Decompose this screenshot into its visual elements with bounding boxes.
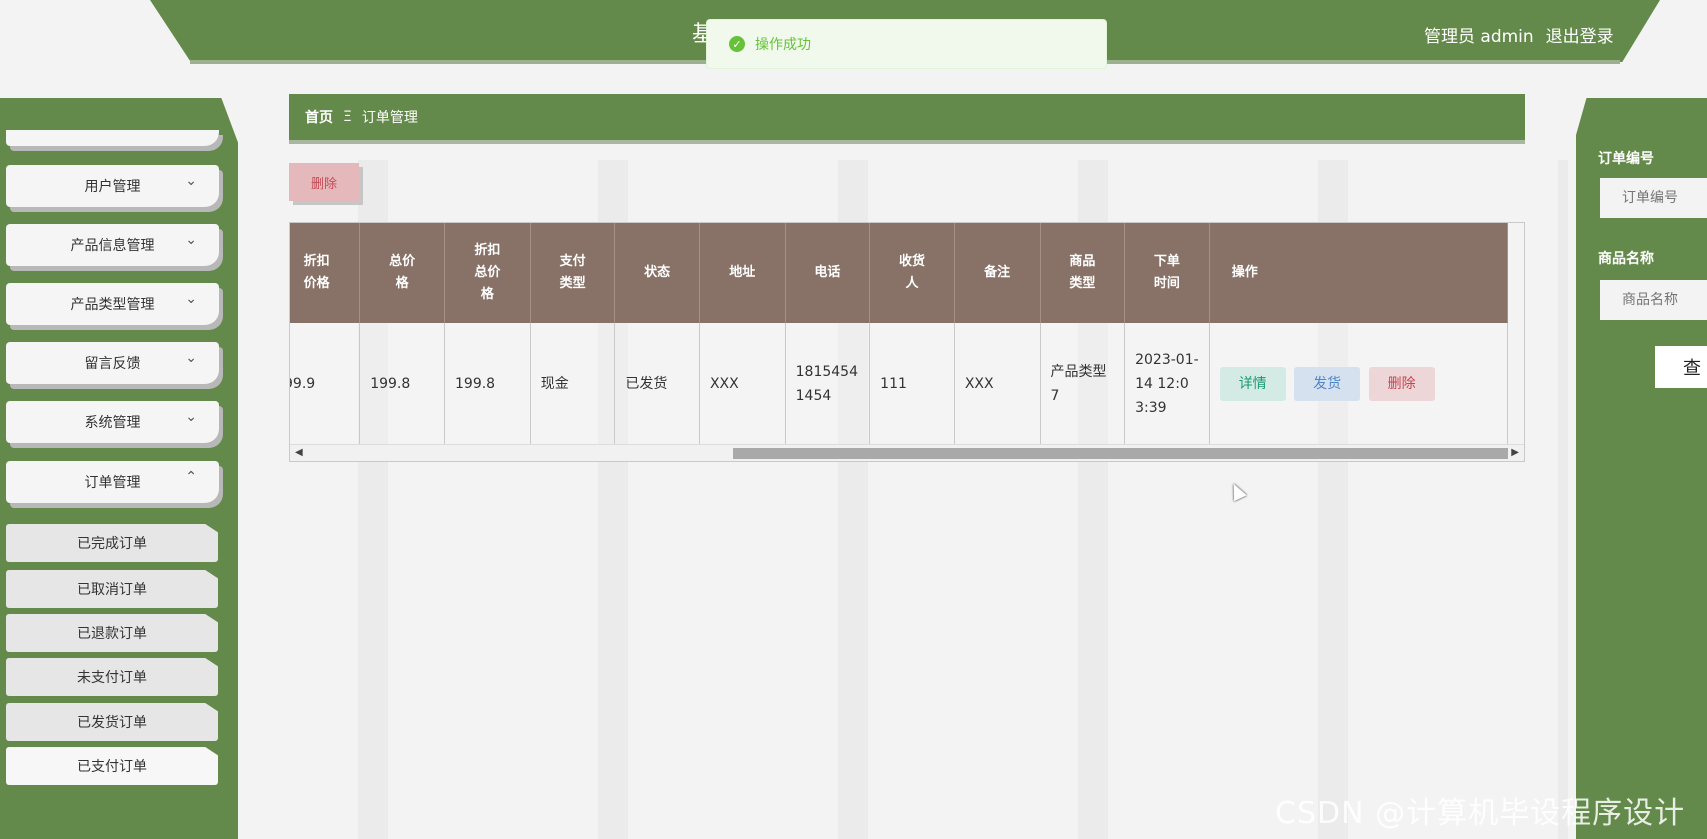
col-header-status: 状态	[614, 223, 700, 323]
success-toast: ✓ 操作成功	[706, 19, 1107, 69]
logout-link[interactable]: 退出登录	[1546, 22, 1614, 47]
watermark: CSDN @计算机毕设程序设计	[1275, 796, 1686, 831]
chevron-down-icon: ⌄	[185, 291, 197, 307]
sidebar-subitem-refunded[interactable]: 已退款订单	[6, 614, 218, 652]
col-header-discount-price: 折扣 价格	[290, 223, 361, 323]
col-header-total-price: 总价 格	[359, 223, 445, 323]
chevron-down-icon: ⌄	[185, 173, 197, 189]
orders-table-grid: 折扣 价格 总价 格 折扣 总价 格 支付 类型 状态 地址 电话 收货 人 备…	[290, 223, 1509, 445]
subitem-label: 已退款订单	[77, 626, 147, 642]
sidebar-item-product-info[interactable]: 产品信息管理 ⌄	[6, 224, 219, 266]
sidebar-item-label: 产品类型管理	[70, 297, 155, 313]
col-header-order-time: 下单 时间	[1124, 223, 1210, 323]
sidebar-subitem-paid[interactable]: 已支付订单	[6, 747, 218, 785]
cell-remark: XXX	[954, 323, 1041, 445]
cell-discount-total: 199.8	[444, 323, 531, 445]
subitem-label: 已取消订单	[77, 582, 147, 598]
sidebar-item-users[interactable]: 用户管理 ⌄	[6, 165, 219, 207]
sidebar-subitem-completed[interactable]: 已完成订单	[6, 524, 218, 562]
user-area: 管理员 admin 退出登录	[1424, 22, 1614, 47]
table-row: 99.9 199.8 199.8 现金 已发货 XXX 18154541454 …	[290, 323, 1509, 445]
cell-total-price: 199.8	[359, 323, 445, 445]
toast-message: 操作成功	[755, 37, 811, 53]
sidebar-item-label: 订单管理	[84, 475, 141, 491]
col-header-remark: 备注	[954, 223, 1041, 323]
scroll-left-icon[interactable]: ◀	[295, 445, 303, 461]
sidebar-item-label: 留言反馈	[84, 356, 141, 372]
sidebar-item-feedback[interactable]: 留言反馈 ⌄	[6, 342, 219, 384]
sidebar-subitem-shipped[interactable]: 已发货订单	[6, 703, 218, 741]
subitem-label: 已支付订单	[77, 759, 147, 775]
cell-order-time: 2023-01-14 12:03:39	[1124, 323, 1210, 445]
cell-address: XXX	[699, 323, 786, 445]
breadcrumb-home[interactable]: 首页	[305, 107, 333, 127]
product-name-input[interactable]	[1600, 280, 1707, 320]
sidebar-item-label: 用户管理	[84, 179, 141, 195]
ship-button[interactable]: 发货	[1294, 367, 1361, 401]
subitem-label: 已发货订单	[77, 715, 147, 731]
sidebar-subitem-cancelled[interactable]: 已取消订单	[6, 570, 218, 608]
order-no-input[interactable]	[1600, 178, 1707, 218]
sidebar-item-orders[interactable]: 订单管理 ⌃	[6, 461, 219, 503]
cell-receiver: 111	[869, 323, 955, 445]
breadcrumb-separator-icon: Ξ	[343, 109, 352, 125]
cell-phone: 18154541454	[785, 323, 871, 445]
cell-discount-price: 99.9	[290, 323, 361, 445]
sidebar-item-label: 系统管理	[84, 415, 141, 431]
product-name-label: 商品名称	[1598, 251, 1654, 267]
sidebar-item-label: 产品信息管理	[70, 238, 155, 254]
col-header-product-type: 商品 类型	[1040, 223, 1126, 323]
chevron-down-icon: ⌄	[185, 232, 197, 248]
chevron-down-icon: ⌄	[185, 409, 197, 425]
table-header-row: 折扣 价格 总价 格 折扣 总价 格 支付 类型 状态 地址 电话 收货 人 备…	[290, 223, 1509, 323]
check-circle-icon: ✓	[729, 36, 745, 52]
col-header-actions: 操作	[1209, 223, 1509, 323]
sidebar-item-partial[interactable]	[6, 130, 219, 146]
mouse-cursor-icon	[1227, 480, 1247, 502]
orders-table: 折扣 价格 总价 格 折扣 总价 格 支付 类型 状态 地址 电话 收货 人 备…	[289, 222, 1525, 462]
chevron-up-icon: ⌃	[185, 469, 197, 485]
col-header-pay-type: 支付 类型	[530, 223, 616, 323]
cell-product-type: 产品类型7	[1040, 323, 1126, 445]
chevron-down-icon: ⌄	[185, 350, 197, 366]
cell-pay-type: 现金	[530, 323, 616, 445]
cell-actions: 详情 发货 删除	[1209, 323, 1509, 445]
scrollbar-thumb[interactable]	[733, 448, 1508, 459]
search-button[interactable]: 查	[1655, 346, 1707, 388]
sidebar-item-product-type[interactable]: 产品类型管理 ⌄	[6, 283, 219, 325]
col-header-phone: 电话	[785, 223, 871, 323]
search-panel: 订单编号 商品名称	[1576, 98, 1707, 839]
scroll-right-icon[interactable]: ▶	[1511, 445, 1519, 461]
delete-button[interactable]: 删除	[1368, 367, 1435, 401]
subitem-label: 未支付订单	[77, 670, 147, 686]
detail-button[interactable]: 详情	[1219, 367, 1286, 401]
col-header-address: 地址	[699, 223, 786, 323]
col-header-discount-total: 折扣 总价 格	[444, 223, 531, 323]
sidebar-item-system[interactable]: 系统管理 ⌄	[6, 401, 219, 443]
cell-status: 已发货	[614, 323, 700, 445]
breadcrumb: 首页 Ξ 订单管理	[289, 94, 1525, 140]
col-header-receiver: 收货 人	[869, 223, 955, 323]
user-label: 管理员 admin	[1424, 27, 1534, 47]
sidebar-subitem-unpaid[interactable]: 未支付订单	[6, 658, 218, 696]
batch-delete-button[interactable]: 删除	[289, 163, 359, 201]
horizontal-scrollbar[interactable]: ◀ ▶	[290, 444, 1524, 461]
breadcrumb-current: 订单管理	[361, 110, 418, 126]
order-no-label: 订单编号	[1598, 151, 1654, 167]
subitem-label: 已完成订单	[77, 536, 147, 552]
